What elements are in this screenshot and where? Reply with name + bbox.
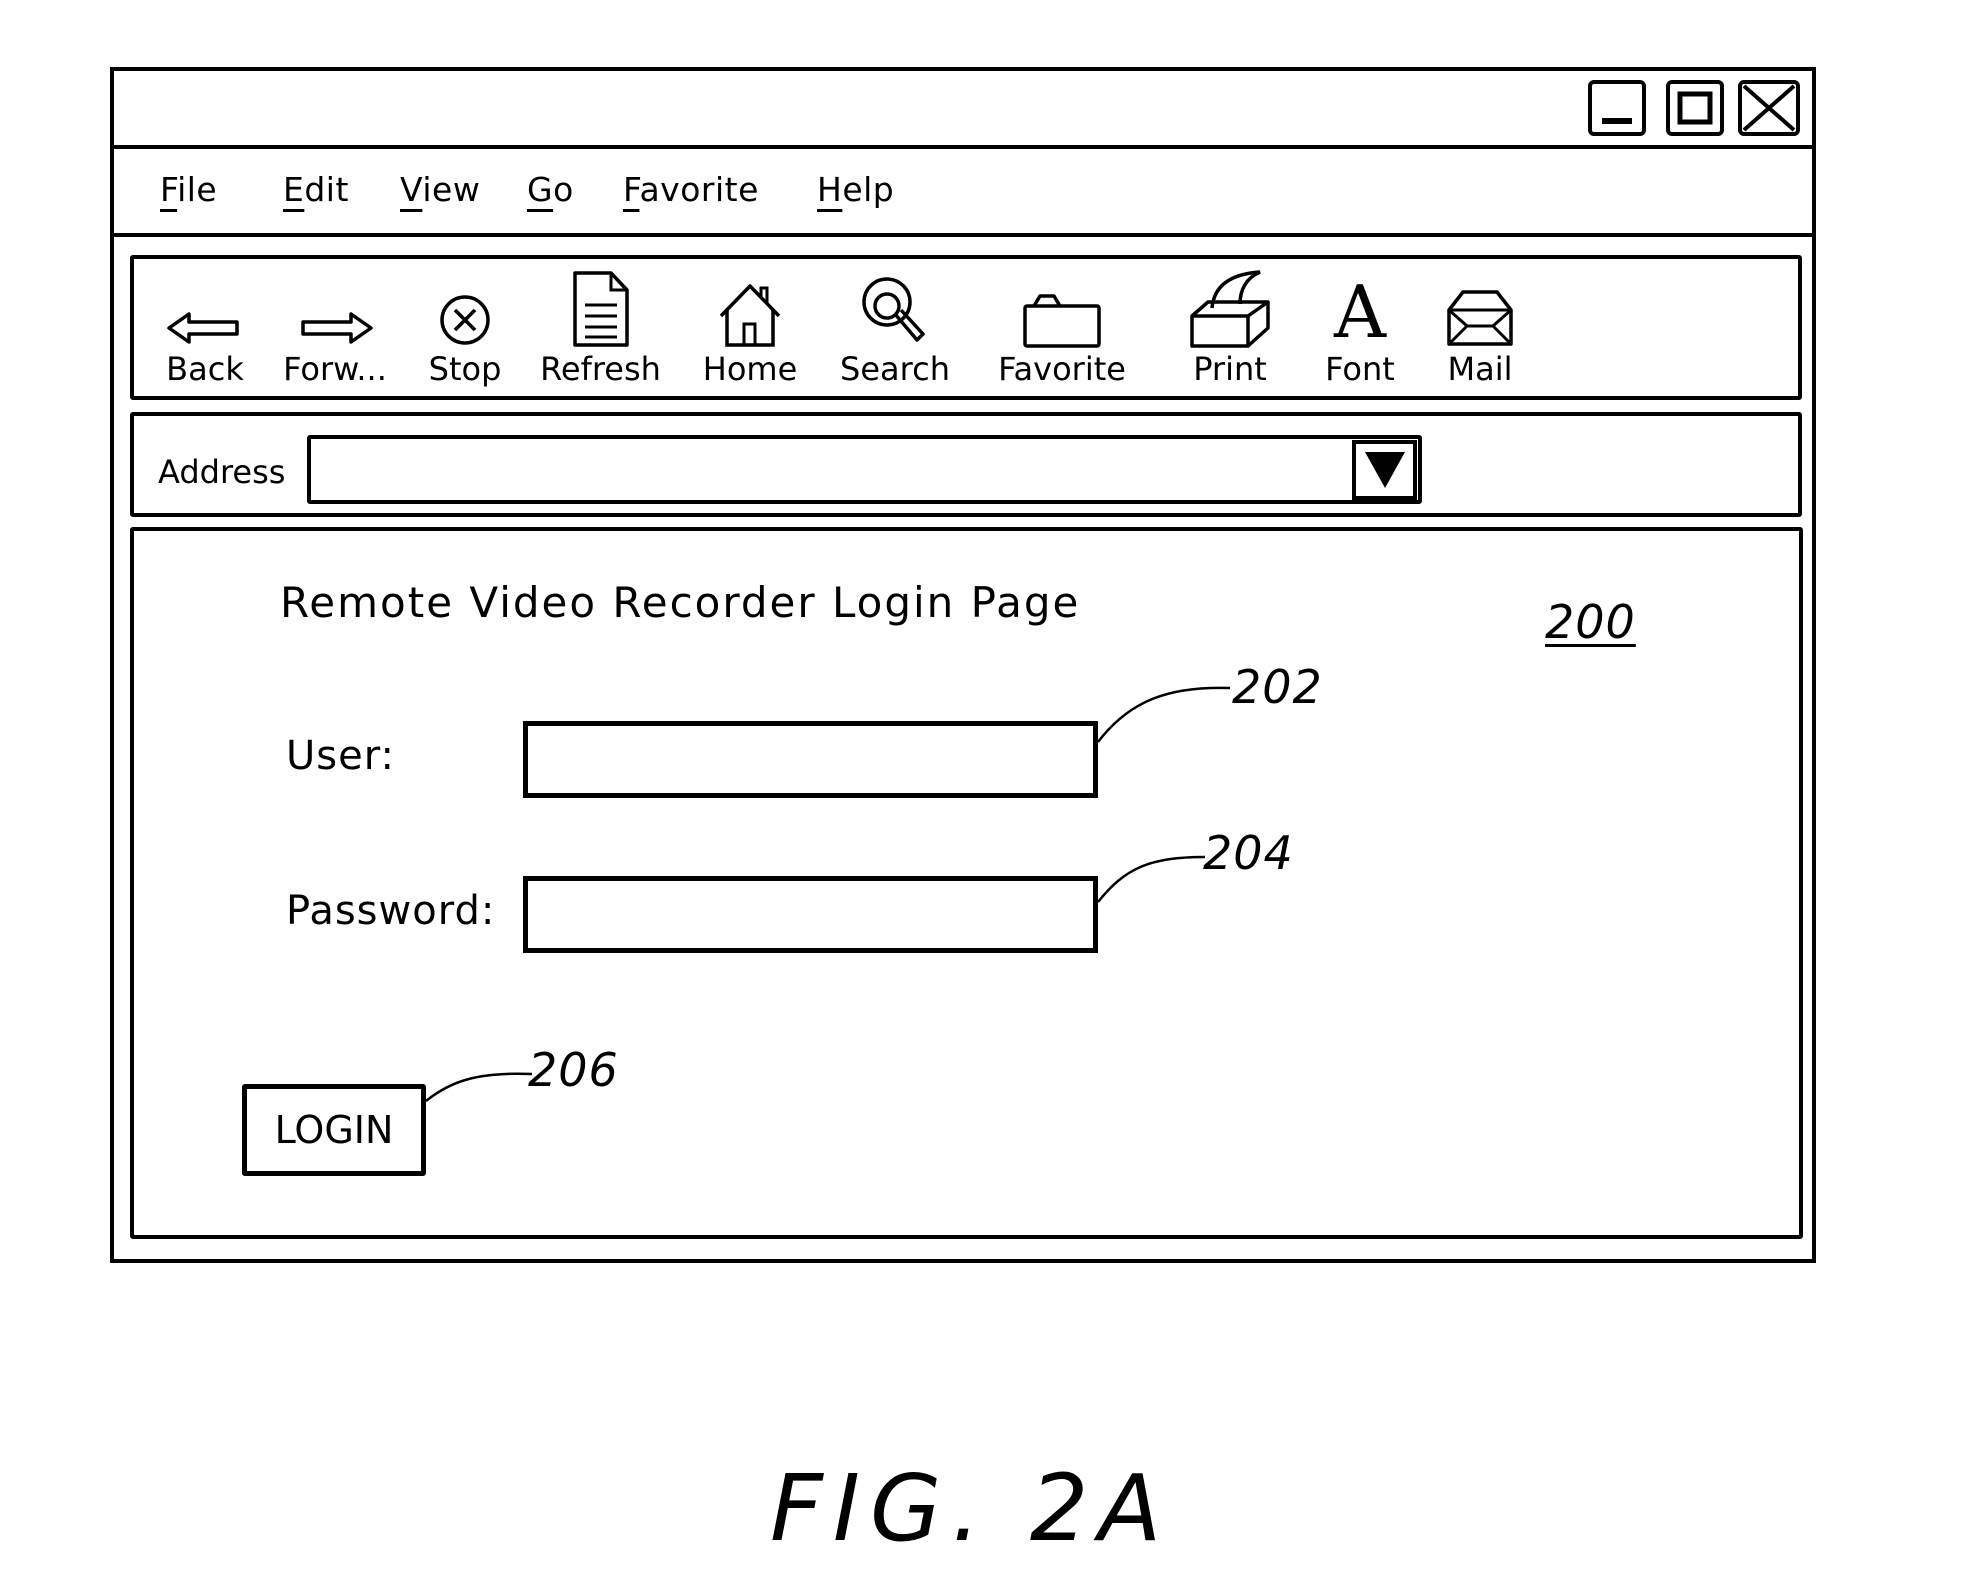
menu-label-rest: avorite [639,170,759,209]
password-input[interactable] [523,876,1098,953]
folder-icon [1023,294,1101,348]
refresh-document-icon [572,271,629,347]
home-icon [719,284,781,347]
printer-icon [1190,270,1270,348]
envelope-icon [1447,290,1513,346]
menu-edit[interactable]: Edit [283,170,349,209]
back-arrow-icon [167,312,239,344]
menu-go[interactable]: Go [527,170,574,209]
toolbar-favorite-button[interactable]: Favorite [992,268,1132,388]
toolbar-label: Print [1193,350,1267,388]
toolbar-label: Mail [1447,350,1513,388]
password-label: Password: [286,888,496,934]
font-icon: A [1334,270,1386,354]
login-button[interactable]: LOGIN [242,1084,426,1176]
close-button[interactable] [1738,80,1800,136]
toolbar-label: Forw... [283,350,387,388]
reference-numeral-206: 206 [528,1043,619,1097]
forward-arrow-icon [301,312,373,344]
reference-numeral-202: 202 [1232,660,1323,714]
menu-accel: F [160,170,178,209]
minimize-button[interactable] [1588,80,1646,136]
toolbar-label: Home [702,350,798,388]
toolbar-forward-button[interactable]: Forw... [275,268,395,388]
menu-label-rest: elp [842,170,895,209]
menu-file[interactable]: File [160,170,217,209]
stop-icon [440,295,490,345]
address-label: Address [158,453,286,491]
menu-view[interactable]: View [400,170,480,209]
title-bar-divider [110,145,1816,149]
toolbar-stop-button[interactable]: Stop [420,268,510,388]
menu-label-rest: ile [177,170,218,209]
toolbar-refresh-button[interactable]: Refresh [533,268,668,388]
user-label: User: [286,733,395,779]
toolbar-font-button[interactable]: A Font [1315,268,1405,388]
figure-caption: FIG. 2A [770,1455,1172,1562]
toolbar-home-button[interactable]: Home [695,268,805,388]
toolbar-mail-button[interactable]: Mail [1435,268,1525,388]
login-button-label: LOGIN [274,1108,394,1152]
address-dropdown-button[interactable] [1352,440,1417,500]
minimize-icon [1602,118,1632,124]
menu-accel: E [283,170,305,209]
menu-label-rest: iew [422,170,481,209]
user-input[interactable] [523,721,1098,798]
toolbar-search-button[interactable]: Search [835,268,955,388]
reference-numeral-200: 200 [1545,595,1636,649]
menu-accel: V [400,170,423,209]
menu-help[interactable]: Help [817,170,894,209]
toolbar-label: Refresh [540,350,661,388]
toolbar-label: Back [166,350,244,388]
menu-favorite[interactable]: Favorite [623,170,759,209]
menu-label-rest: dit [304,170,349,209]
toolbar-label: Stop [428,350,502,388]
address-input[interactable] [307,435,1422,504]
menu-accel: F [623,170,640,209]
toolbar-print-button[interactable]: Print [1180,268,1280,388]
maximize-button[interactable] [1666,80,1724,136]
dropdown-triangle-icon [1364,452,1405,488]
toolbar-label: Font [1325,350,1395,388]
menu-label-rest: o [553,170,574,209]
maximize-icon [1677,91,1713,125]
toolbar-label: Favorite [998,350,1126,388]
page-title: Remote Video Recorder Login Page [280,578,1081,627]
close-icon [1742,84,1796,132]
menu-accel: H [817,170,843,209]
menu-accel: G [527,170,554,209]
search-magnifier-icon [862,277,925,342]
toolbar-back-button[interactable]: Back [160,268,250,388]
reference-numeral-204: 204 [1203,826,1294,880]
toolbar-label: Search [840,350,950,388]
menu-bar-divider [110,233,1816,237]
